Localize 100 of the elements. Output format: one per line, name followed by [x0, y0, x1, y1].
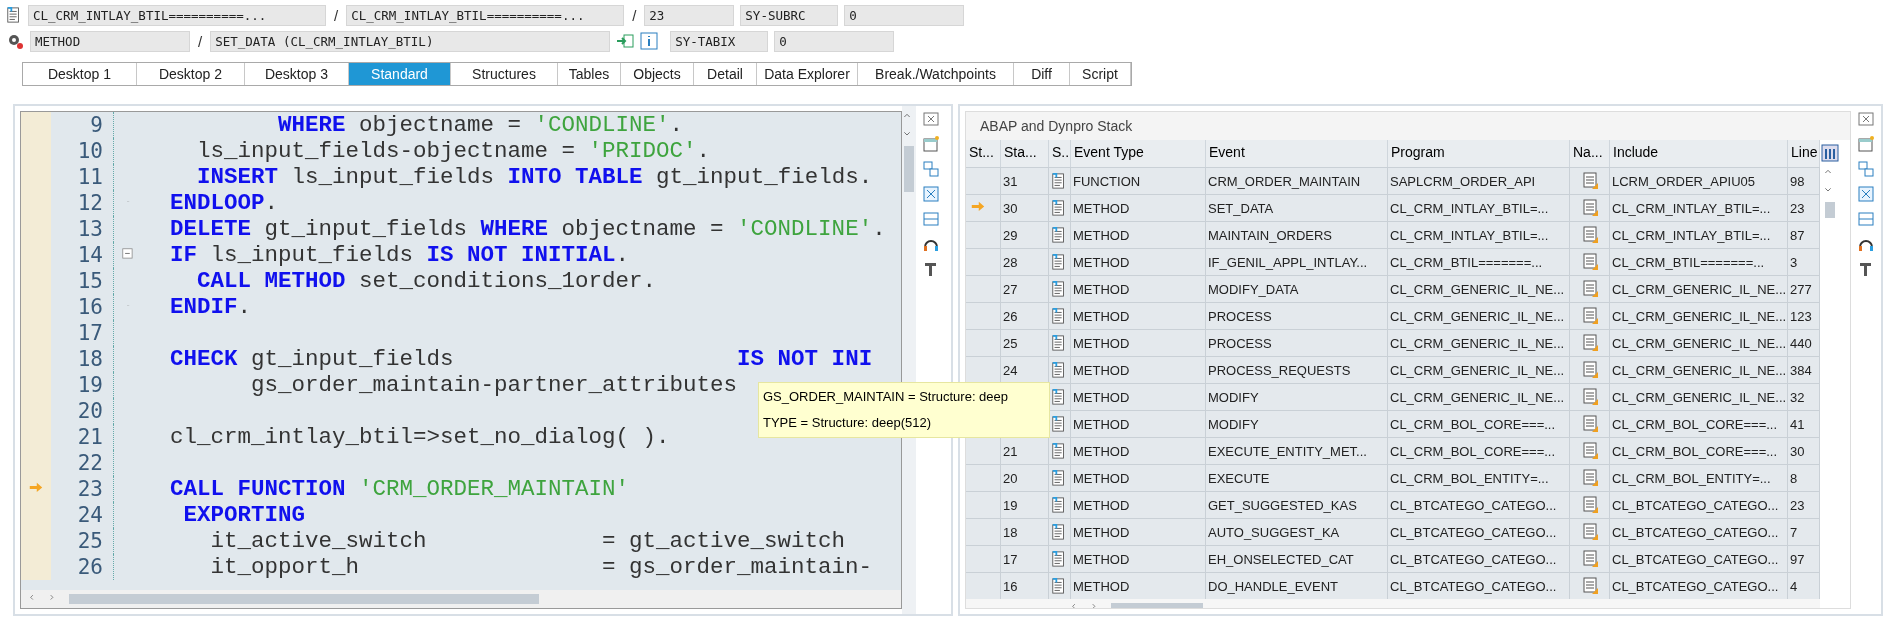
scrollbar-thumb[interactable]	[1825, 202, 1835, 218]
table-cell: IF_GENIL_APPL_INTLAY...	[1206, 248, 1388, 275]
table-cell: PROCESS_REQUESTS	[1206, 356, 1388, 383]
document-icon[interactable]	[1580, 577, 1599, 595]
table-cell: CL_CRM_INTLAY_BTIL=...	[1610, 221, 1788, 248]
column-settings-icon[interactable]	[1821, 144, 1839, 162]
document-icon[interactable]	[1580, 550, 1599, 568]
separator-slash: /	[333, 6, 340, 24]
table-cell: 8	[1788, 464, 1820, 491]
document-icon[interactable]	[1580, 496, 1599, 514]
table-cell: AUTO_SUGGEST_KA	[1206, 518, 1388, 545]
column-header[interactable]: Sta...	[1001, 140, 1049, 167]
document-icon[interactable]	[1580, 226, 1599, 244]
column-header[interactable]: Include	[1610, 140, 1788, 167]
document-icon	[1051, 361, 1067, 379]
swap-windows-icon[interactable]	[1857, 160, 1875, 178]
table-cell: CL_CRM_BOL_ENTITY=...	[1388, 464, 1570, 491]
table-cell: CL_BTCATEGO_CATEGO...	[1388, 545, 1570, 572]
line-number: 25	[76, 529, 104, 553]
column-header[interactable]: Event Type	[1071, 140, 1206, 167]
table-cell: 25	[1001, 329, 1049, 356]
table-cell: CL_CRM_BTIL=======...	[1610, 248, 1788, 275]
table-cell: 17	[1001, 545, 1049, 572]
table-cell: CL_CRM_GENERIC_IL_NE...	[1610, 356, 1788, 383]
new-window-icon[interactable]	[922, 135, 940, 153]
code-line: CALL METHOD set_conditions_1order.	[196, 268, 657, 294]
document-icon	[1051, 253, 1067, 271]
maximize-icon[interactable]	[922, 185, 940, 203]
table-cell: 3	[1788, 248, 1820, 275]
table-cell: CL_CRM_GENERIC_IL_NE...	[1388, 275, 1570, 302]
table-cell: MODIFY	[1206, 410, 1388, 437]
line-number: 15	[76, 269, 104, 293]
split-icon[interactable]	[922, 210, 940, 228]
table-cell: METHOD	[1071, 545, 1206, 572]
column-header[interactable]: Line	[1788, 140, 1820, 167]
table-cell: 32	[1788, 383, 1820, 410]
line-number: 26	[76, 555, 104, 579]
document-icon	[1051, 496, 1067, 514]
document-icon[interactable]	[1580, 253, 1599, 271]
line-number: 18	[76, 347, 104, 371]
document-icon[interactable]	[1580, 199, 1599, 217]
maximize-icon[interactable]	[1857, 185, 1875, 203]
table-cell: 20	[1001, 464, 1049, 491]
column-header[interactable]: S..	[1049, 140, 1071, 167]
table-cell: METHOD	[1071, 248, 1206, 275]
table-cell: 23	[1788, 194, 1820, 221]
event-field: SET_DATA (CL_CRM_INTLAY_BTIL)	[210, 30, 611, 52]
line-number: 24	[76, 503, 104, 527]
table-cell: CL_BTCATEGO_CATEGO...	[1610, 572, 1788, 599]
code-line: WHERE objectname = 'CONDLINE'.	[277, 112, 684, 138]
column-header[interactable]: Program	[1388, 140, 1570, 167]
swap-windows-icon[interactable]	[922, 160, 940, 178]
table-cell: CL_CRM_GENERIC_IL_NE...	[1388, 383, 1570, 410]
system-field-label: SY-TABIX	[670, 30, 769, 52]
code-line: ENDIF.	[170, 294, 252, 320]
table-cell: SET_DATA	[1206, 194, 1388, 221]
new-window-icon[interactable]	[1857, 135, 1875, 153]
system-field-label: SY-SUBRC	[740, 4, 839, 26]
document-icon[interactable]	[1580, 307, 1599, 325]
document-icon[interactable]	[1580, 361, 1599, 379]
document-icon[interactable]	[1580, 388, 1599, 406]
goto-icon[interactable]	[616, 32, 635, 50]
document-icon[interactable]	[1580, 172, 1599, 190]
table-cell: CL_CRM_BOL_ENTITY=...	[1610, 464, 1788, 491]
column-header[interactable]: Event	[1206, 140, 1388, 167]
horizontal-scrollbar[interactable]	[21, 590, 901, 608]
line-number: 10	[76, 139, 104, 163]
document-icon[interactable]	[1580, 523, 1599, 541]
table-cell: CL_CRM_GENERIC_IL_NE...	[1610, 329, 1788, 356]
table-cell: 277	[1788, 275, 1820, 302]
close-window-icon[interactable]	[1857, 110, 1875, 128]
close-window-icon[interactable]	[922, 110, 940, 128]
line-number: 11	[76, 165, 104, 189]
code-line: CALL FUNCTION 'CRM_ORDER_MAINTAIN'	[170, 476, 630, 502]
table-cell: 28	[1001, 248, 1049, 275]
column-header[interactable]: St...	[966, 140, 1001, 167]
split-icon[interactable]	[1857, 210, 1875, 228]
table-cell: CL_CRM_INTLAY_BTIL=...	[1610, 194, 1788, 221]
info-icon[interactable]	[640, 32, 659, 50]
table-cell: CL_BTCATEGO_CATEGO...	[1610, 491, 1788, 518]
document-icon[interactable]	[1580, 334, 1599, 352]
table-cell: EH_ONSELECTED_CAT	[1206, 545, 1388, 572]
scrollbar-thumb[interactable]	[69, 594, 539, 604]
scrollbar-thumb[interactable]	[904, 146, 914, 192]
document-icon[interactable]	[1580, 469, 1599, 487]
table-cell: PROCESS	[1206, 329, 1388, 356]
column-header[interactable]: Na...	[1570, 140, 1610, 167]
collapse-icon[interactable]	[122, 248, 136, 262]
code-line: EXPORTING	[182, 502, 306, 528]
table-cell: CL_CRM_INTLAY_BTIL=...	[1388, 194, 1570, 221]
table-cell: 98	[1788, 167, 1820, 194]
table-cell: 24	[1001, 356, 1049, 383]
table-cell: CL_BTCATEGO_CATEGO...	[1610, 518, 1788, 545]
document-icon[interactable]	[1580, 415, 1599, 433]
document-icon[interactable]	[1580, 280, 1599, 298]
document-icon[interactable]	[1580, 442, 1599, 460]
tooltip-text: GS_ORDER_MAINTAIN = Structure: deep	[763, 388, 1009, 406]
table-cell: 26	[1001, 302, 1049, 329]
table-cell: CL_CRM_GENERIC_IL_NE...	[1388, 302, 1570, 329]
table-cell: METHOD	[1071, 518, 1206, 545]
